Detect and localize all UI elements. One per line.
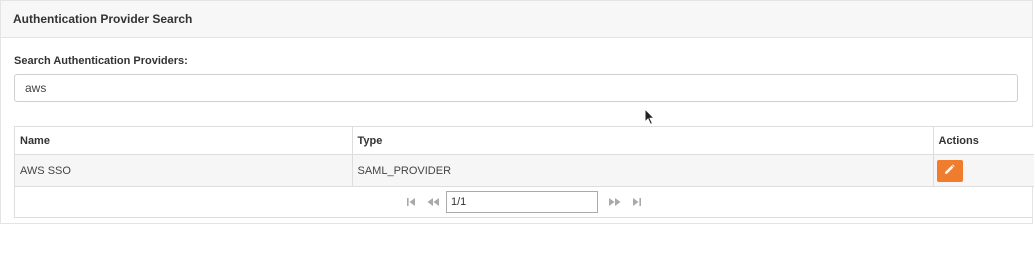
column-header-actions: Actions <box>933 127 1034 155</box>
pencil-icon <box>944 163 955 178</box>
results-table: Name Type Actions AWS SSO SAML_PROVIDER <box>14 126 1034 218</box>
mouse-pointer-icon <box>644 107 656 126</box>
panel-title: Authentication Provider Search <box>13 12 193 26</box>
last-page-icon[interactable] <box>626 192 648 212</box>
cell-name: AWS SSO <box>15 154 353 187</box>
results-grid: Name Type Actions AWS SSO SAML_PROVIDER <box>15 127 1034 187</box>
pagination <box>15 187 1033 217</box>
page-number-input[interactable] <box>446 191 598 213</box>
search-label: Search Authentication Providers: <box>14 55 188 67</box>
next-page-icon[interactable] <box>604 192 626 212</box>
first-page-icon[interactable] <box>400 192 422 212</box>
panel-header: Authentication Provider Search <box>1 1 1032 38</box>
cell-actions <box>933 154 1034 187</box>
column-header-name[interactable]: Name <box>15 127 353 155</box>
table-row[interactable]: AWS SSO SAML_PROVIDER <box>15 154 1034 187</box>
edit-button[interactable] <box>936 159 963 182</box>
auth-provider-search-panel: Authentication Provider Search Search Au… <box>0 0 1034 224</box>
table-header-row: Name Type Actions <box>15 127 1034 155</box>
column-header-type[interactable]: Type <box>352 127 934 155</box>
previous-page-icon[interactable] <box>422 192 444 212</box>
cell-type: SAML_PROVIDER <box>352 154 934 187</box>
search-input[interactable] <box>14 74 1018 102</box>
